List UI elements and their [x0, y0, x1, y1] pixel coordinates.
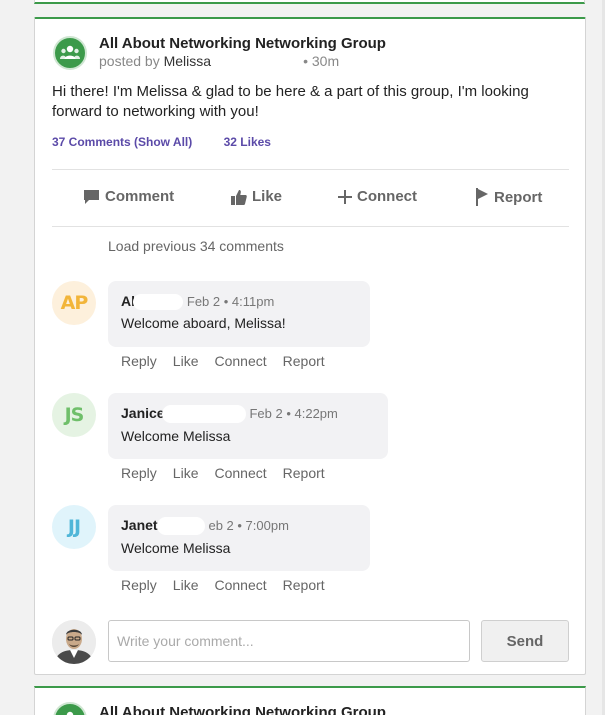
report-button[interactable]: Report	[476, 188, 542, 206]
comment-text: Welcome Melissa	[121, 428, 231, 445]
like-link[interactable]: Like	[173, 577, 199, 593]
posted-by-label: posted by	[99, 53, 160, 69]
group-avatar[interactable]	[53, 36, 87, 70]
commenter-avatar[interactable]: JJ	[52, 505, 96, 549]
report-link[interactable]: Report	[283, 577, 325, 593]
comment-actions: Reply Like Connect Report	[121, 465, 341, 481]
post-time: • 30m	[303, 53, 340, 69]
like-link[interactable]: Like	[173, 353, 199, 369]
likes-count-link[interactable]: 32 Likes	[224, 135, 271, 149]
commenter-avatar[interactable]: JS	[52, 393, 96, 437]
comment-text: Welcome Melissa	[121, 540, 231, 557]
avatar-initials: JS	[64, 404, 85, 426]
like-button-label: Like	[252, 188, 283, 205]
comment-button-label: Comment	[105, 188, 175, 205]
next-post-card: All About Networking Networking Group	[34, 686, 586, 715]
divider	[52, 169, 569, 170]
comment-input[interactable]	[108, 620, 470, 662]
people-group-icon	[66, 711, 74, 715]
post-stats: 37 Comments (Show All) 32 Likes	[52, 135, 271, 149]
thumbs-up-icon	[231, 189, 247, 205]
flag-icon	[476, 188, 488, 206]
feed: All About Networking Networking Group po…	[0, 0, 605, 715]
reply-link[interactable]: Reply	[121, 353, 157, 369]
redacted-area	[133, 294, 183, 311]
comment-bubble: Janice Feb 2 • 4:22pm Welcome Melissa	[108, 393, 388, 459]
author-name[interactable]: Melissa	[164, 53, 211, 69]
post-actions: Comment Like Connect Report	[52, 182, 569, 218]
redacted-area	[211, 55, 304, 70]
redacted-area	[161, 405, 246, 424]
commenter-name[interactable]: Janice	[121, 405, 165, 421]
post-meta: posted by Melissa • 30m	[99, 53, 340, 70]
group-name-link[interactable]: All About Networking Networking Group	[99, 35, 386, 52]
user-photo-icon	[52, 620, 96, 664]
report-link[interactable]: Report	[283, 353, 325, 369]
people-group-icon	[60, 45, 80, 59]
like-link[interactable]: Like	[173, 465, 199, 481]
commenter-avatar[interactable]: AP	[52, 281, 96, 325]
post-card: All About Networking Networking Group po…	[34, 17, 586, 675]
reply-link[interactable]: Reply	[121, 577, 157, 593]
reply-link[interactable]: Reply	[121, 465, 157, 481]
current-user-avatar[interactable]	[52, 620, 96, 664]
avatar-initials: JJ	[67, 516, 81, 538]
comment-timestamp: Feb 2 • 4:11pm	[186, 294, 275, 309]
divider	[52, 226, 569, 227]
report-button-label: Report	[494, 188, 543, 206]
comment-text: Welcome aboard, Melissa!	[121, 315, 286, 332]
comment-timestamp: Feb 2 • 4:22pm	[249, 406, 338, 421]
post-body: Hi there! I'm Melissa & glad to be here …	[52, 83, 529, 120]
connect-button[interactable]: Connect	[338, 188, 417, 205]
report-link[interactable]: Report	[283, 465, 325, 481]
previous-post-card	[34, 0, 585, 4]
plus-icon	[338, 189, 352, 204]
redacted-area	[156, 517, 205, 536]
comment-timestamp: eb 2 • 7:00pm	[208, 518, 289, 533]
comment-actions: Reply Like Connect Report	[121, 577, 341, 593]
comments-count-link[interactable]: 37 Comments (Show All)	[52, 135, 192, 149]
group-name-link[interactable]: All About Networking Networking Group	[99, 704, 386, 715]
avatar-initials: AP	[60, 292, 89, 314]
commenter-name[interactable]: Janet	[121, 517, 158, 533]
group-avatar[interactable]	[53, 702, 87, 715]
connect-link[interactable]: Connect	[214, 577, 266, 593]
send-button[interactable]: Send	[481, 620, 569, 662]
comment-button[interactable]: Comment	[83, 188, 174, 205]
comment-actions: Reply Like Connect Report	[121, 353, 341, 369]
connect-link[interactable]: Connect	[214, 465, 266, 481]
comment-icon	[84, 189, 99, 204]
comment-bubble: Janet eb 2 • 7:00pm Welcome Melissa	[108, 505, 370, 571]
connect-button-label: Connect	[357, 188, 417, 205]
like-button[interactable]: Like	[231, 188, 282, 205]
load-previous-comments-link[interactable]: Load previous 34 comments	[108, 238, 284, 254]
comment-bubble: Al Feb 2 • 4:11pm Welcome aboard, Meliss…	[108, 281, 370, 347]
connect-link[interactable]: Connect	[214, 353, 266, 369]
